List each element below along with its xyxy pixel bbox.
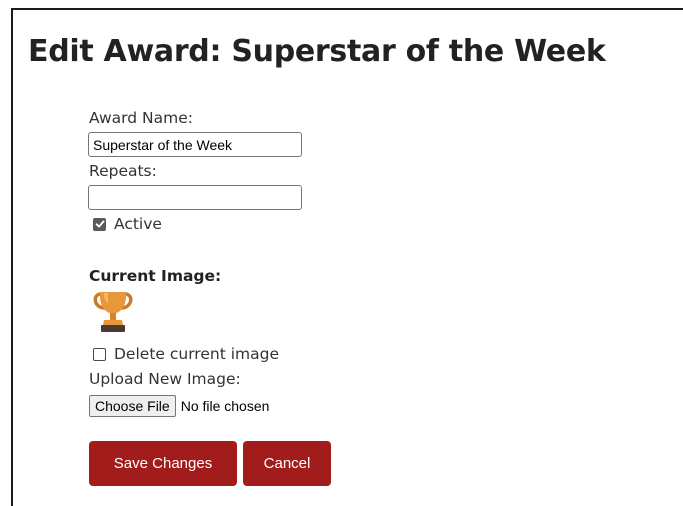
current-image-heading: Current Image:: [89, 267, 222, 285]
save-changes-button[interactable]: Save Changes: [89, 441, 237, 486]
file-status-text: No file chosen: [180, 398, 270, 414]
choose-file-button[interactable]: Choose File: [89, 395, 176, 417]
delete-image-label: Delete current image: [114, 345, 279, 363]
delete-image-checkbox-row[interactable]: Delete current image: [93, 344, 279, 364]
repeats-input[interactable]: [88, 185, 302, 210]
delete-image-checkbox[interactable]: [93, 347, 106, 361]
trophy-icon: [92, 290, 134, 334]
content-frame: [11, 8, 683, 506]
award-name-input[interactable]: [88, 132, 302, 157]
upload-image-label: Upload New Image:: [89, 370, 241, 388]
repeats-label: Repeats:: [89, 162, 157, 180]
active-checkbox[interactable]: [93, 217, 106, 231]
active-checkbox-row[interactable]: Active: [93, 214, 162, 234]
page-title: Edit Award: Superstar of the Week: [28, 34, 606, 69]
cancel-button[interactable]: Cancel: [243, 441, 331, 486]
award-name-label: Award Name:: [89, 109, 193, 127]
checkmark-icon: [95, 220, 104, 228]
active-label: Active: [114, 215, 162, 233]
file-upload-control[interactable]: Choose File No file chosen: [89, 394, 269, 418]
